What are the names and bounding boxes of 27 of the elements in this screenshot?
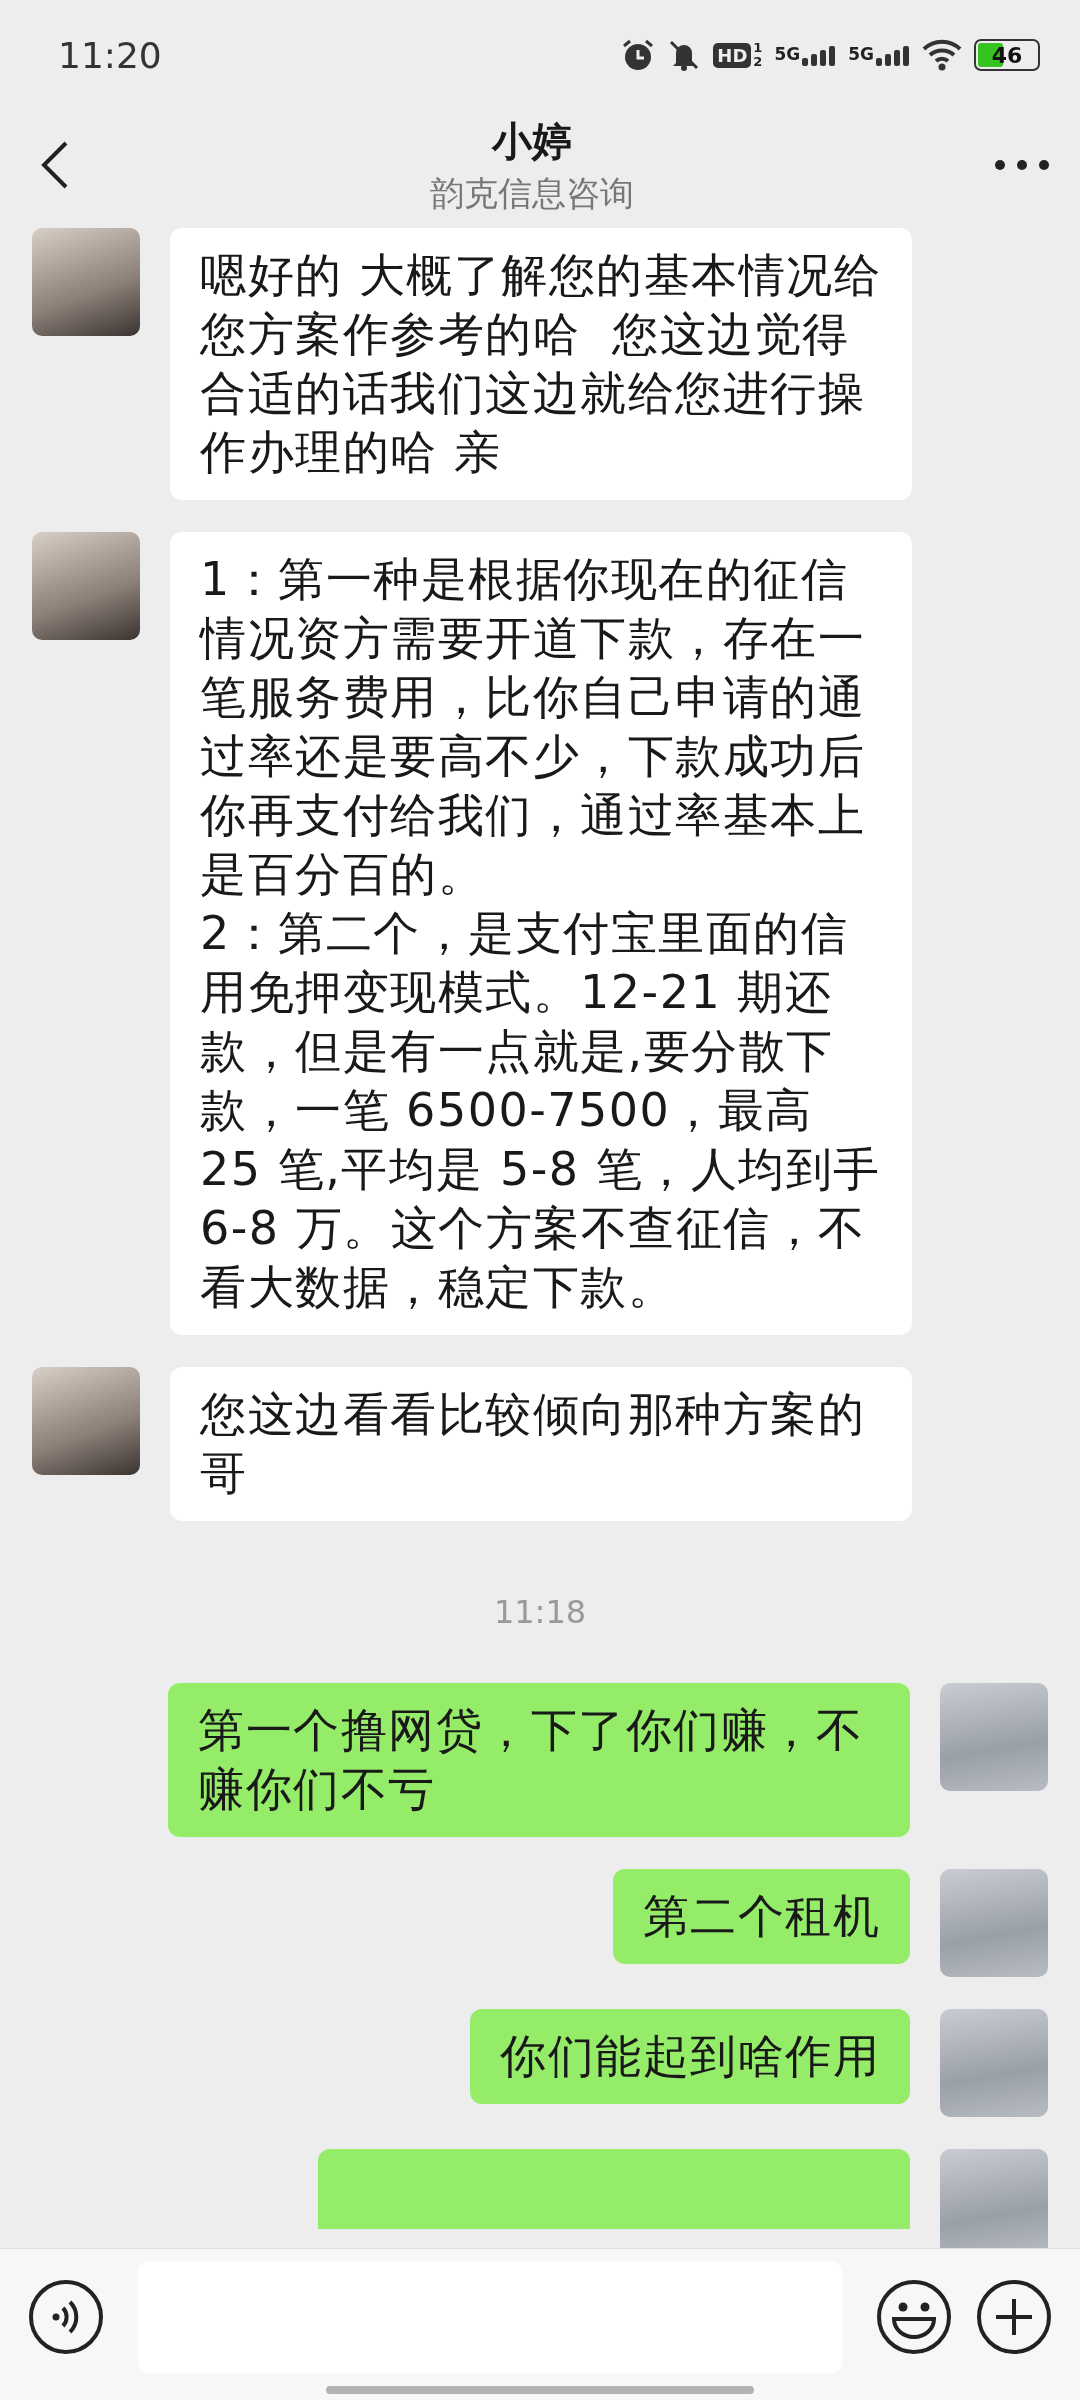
voice-button[interactable] — [28, 2278, 104, 2355]
back-button[interactable] — [40, 139, 70, 191]
sim-number: 2 — [753, 55, 763, 69]
message-bubble: 第二个租机 — [612, 1869, 910, 1964]
avatar-photo-placeholder[interactable] — [32, 532, 140, 640]
hd-label: HD — [713, 42, 752, 68]
message-bubble: 嗯好的 大概了解您的基本情况给您方案作参考的哈 您这边觉得合适的话我们这边就给您进行操作办理的哈 亲 — [170, 228, 912, 500]
signal-icon — [802, 44, 837, 66]
chat-title: 小婷 — [492, 116, 572, 166]
message-bubble: 你们能起到啥作用 — [470, 2009, 910, 2104]
message-bubble: 您这边看看比较倾向那种方案的哥 — [170, 1367, 912, 1521]
network-label: 5G — [774, 44, 801, 64]
avatar-photo-placeholder[interactable] — [32, 228, 140, 336]
wifi-icon — [922, 39, 962, 71]
emoji-button[interactable] — [876, 2278, 952, 2355]
signal-icon — [876, 44, 910, 66]
add-button[interactable] — [976, 2278, 1052, 2355]
sim-number: 1 — [753, 41, 763, 55]
chat-subtitle: 韵克信息咨询 — [430, 171, 634, 215]
alarm-icon — [621, 38, 656, 72]
avatar-photo-placeholder[interactable] — [32, 1367, 140, 1475]
more-button[interactable] — [994, 159, 1050, 171]
message-bubble: 第一个撸网贷，下了你们赚，不赚你们不亏 — [168, 1683, 910, 1837]
status-time: 11:20 — [58, 34, 162, 76]
timestamp: 11:18 — [493, 1593, 587, 1631]
message-bubble: 1：第一种是根据你现在的征信情况资方需要开道下款，存在一笔服务费用，比你自己申请的通过率还是要高不少，下款成功后你再支付给我们，通过率基本上是百分百的。 2：第二个，是支付宝里面的信用免押变现模式。12-21 期还款，但是有一点就是,要分散下款，一笔 6500-7500，最高 25 笔,平均是 5-8 笔，人均到手 6-8 万。这个方案不查征信，不看大数据，稳定下款。 — [170, 532, 912, 1335]
network-label: 5G — [848, 44, 874, 64]
